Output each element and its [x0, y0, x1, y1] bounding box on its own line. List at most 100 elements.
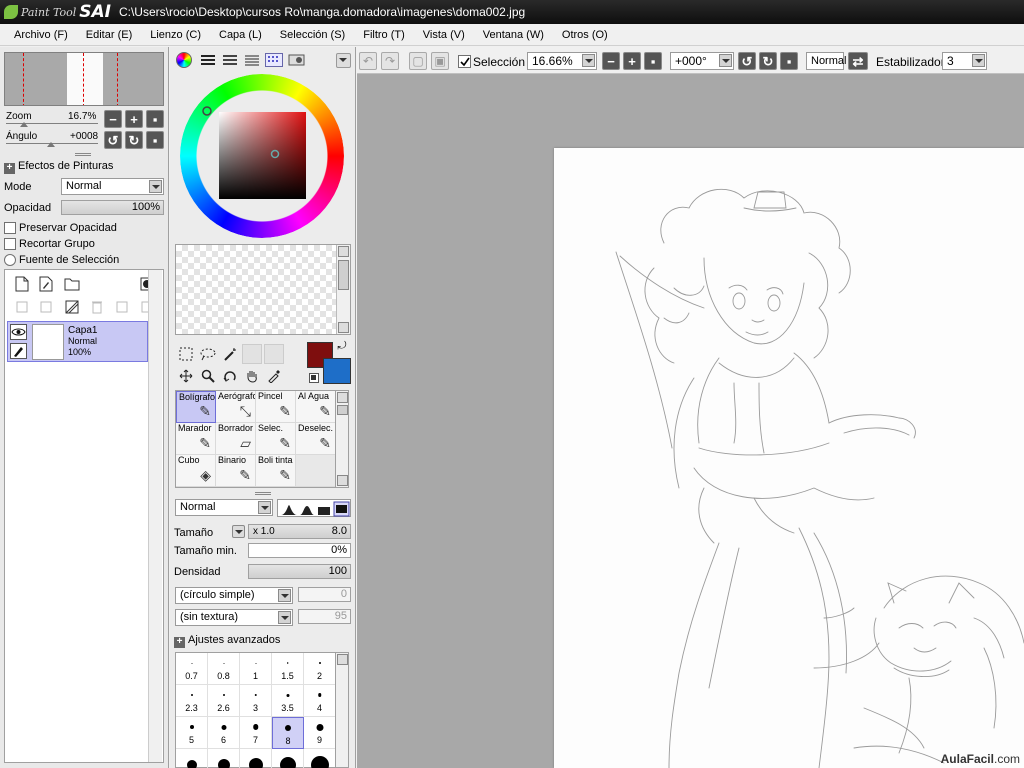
- brush-scrollbar[interactable]: [335, 390, 349, 488]
- toolbar-zoom-reset-button[interactable]: ▪: [644, 52, 662, 70]
- rgb-sliders-mode-icon[interactable]: [199, 53, 217, 67]
- undo-icon[interactable]: ↶: [359, 52, 377, 70]
- brush-size-cell[interactable]: 7: [240, 717, 272, 749]
- palette-mode-icon[interactable]: [265, 53, 283, 67]
- brush-marador[interactable]: Marador ✎: [176, 423, 216, 455]
- brush-binario[interactable]: Binario ✎: [216, 455, 256, 487]
- scratchpad-mode-icon[interactable]: [288, 53, 306, 67]
- eyedropper-icon[interactable]: [265, 367, 283, 385]
- canvas-area[interactable]: AulaFacil.com: [357, 74, 1024, 768]
- toolbar-menu-icon[interactable]: [336, 53, 351, 68]
- new-layer-icon[interactable]: [13, 275, 31, 293]
- rotate-tool-icon[interactable]: [221, 367, 239, 385]
- menu-seleccion[interactable]: Selección (S): [271, 29, 354, 41]
- size-grid-scrollbar[interactable]: [335, 652, 349, 768]
- layer-opacity-field[interactable]: 100%: [61, 200, 164, 215]
- zoom-in-button[interactable]: +: [125, 110, 143, 128]
- brush-size-cell[interactable]: [272, 749, 304, 768]
- canvas-paper[interactable]: [554, 148, 1024, 768]
- brush-blend-select[interactable]: Normal: [175, 499, 273, 516]
- layer-mode-select[interactable]: Normal: [61, 178, 164, 195]
- swap-colors-icon[interactable]: ⤾: [335, 339, 349, 353]
- toolbar-rotate-reset-button[interactable]: ▪: [780, 52, 798, 70]
- selection-source-radio[interactable]: [4, 254, 16, 266]
- brush-size-cell[interactable]: [176, 749, 208, 768]
- layer-scrollbar[interactable]: [148, 270, 162, 762]
- rotate-left-button[interactable]: ↺: [104, 131, 122, 149]
- zoom-out-button[interactable]: −: [104, 110, 122, 128]
- clear-layer-icon[interactable]: [63, 298, 81, 316]
- eye-icon[interactable]: [10, 324, 27, 340]
- reset-colors-icon[interactable]: [309, 373, 319, 383]
- zoom-reset-button[interactable]: ▪: [146, 110, 164, 128]
- zoom-select[interactable]: 16.66%: [527, 52, 597, 70]
- brush-size-cell[interactable]: 2.6: [208, 685, 240, 717]
- scroll-up-icon[interactable]: [338, 246, 349, 257]
- brush-size-cell[interactable]: 0.7: [176, 653, 208, 685]
- scroll-down-icon[interactable]: [338, 322, 349, 333]
- move-icon[interactable]: [177, 367, 195, 385]
- scroll-thumb[interactable]: [337, 405, 348, 415]
- new-pen-layer-icon[interactable]: [37, 275, 55, 293]
- edge-medium-icon[interactable]: [300, 506, 314, 515]
- brush-size-cell[interactable]: 0.8: [208, 653, 240, 685]
- menu-vista[interactable]: Vista (V): [414, 29, 474, 41]
- brush-borrador[interactable]: Borrador ▱: [216, 423, 256, 455]
- brush-shape-select[interactable]: (círculo simple): [175, 587, 293, 604]
- rotation-select[interactable]: +000°: [670, 52, 734, 70]
- hsv-sliders-mode-icon[interactable]: [221, 53, 239, 67]
- brush-texture-select[interactable]: (sin textura): [175, 609, 293, 626]
- brush-size-cell[interactable]: 6: [208, 717, 240, 749]
- min-size-field[interactable]: 0%: [248, 543, 351, 558]
- toolbar-rotate-left-button[interactable]: ↺: [738, 52, 756, 70]
- scroll-thumb[interactable]: [338, 260, 349, 290]
- menu-filtro[interactable]: Filtro (T): [354, 29, 414, 41]
- swatch-scrollbar[interactable]: [336, 245, 350, 334]
- brush-cubo[interactable]: Cubo ◈: [176, 455, 216, 487]
- clip-group-checkbox[interactable]: [4, 238, 16, 250]
- rotate-reset-button[interactable]: ▪: [146, 131, 164, 149]
- merge-visible-icon[interactable]: [113, 298, 131, 316]
- swatch-mode-icon[interactable]: [243, 53, 261, 67]
- transfer-down-icon[interactable]: [13, 298, 31, 316]
- brush-size-cell[interactable]: 3.5: [272, 685, 304, 717]
- magic-wand-icon[interactable]: [221, 345, 239, 363]
- redo-icon[interactable]: ↷: [381, 52, 399, 70]
- trash-icon[interactable]: [88, 298, 106, 316]
- menu-archivo[interactable]: Archivo (F): [5, 29, 77, 41]
- brush-size-cell[interactable]: 4: [304, 685, 336, 717]
- menu-ventana[interactable]: Ventana (W): [474, 29, 553, 41]
- brush-size-cell[interactable]: [304, 749, 336, 768]
- brush-size-cell[interactable]: 9: [304, 717, 336, 749]
- color-wheel[interactable]: [179, 74, 346, 238]
- brush-lock-icon[interactable]: [10, 343, 27, 359]
- size-multiplier-toggle[interactable]: [232, 525, 245, 538]
- brush-shape-amount[interactable]: 0: [298, 587, 351, 602]
- selection-visible-checkbox[interactable]: [458, 55, 471, 68]
- zoom-slider-knob[interactable]: [20, 122, 28, 127]
- edge-soft-icon[interactable]: [318, 507, 330, 515]
- preserve-opacity-checkbox[interactable]: [4, 222, 16, 234]
- zoom-tool-icon[interactable]: [199, 367, 217, 385]
- color-wheel-mode-icon[interactable]: [176, 52, 192, 68]
- menu-otros[interactable]: Otros (O): [553, 29, 617, 41]
- background-color[interactable]: [323, 358, 351, 384]
- brush-al-agua[interactable]: Al Agua ✎: [296, 391, 336, 423]
- brush-boli-tinta[interactable]: Boli tinta ✎: [256, 455, 296, 487]
- brush-texture-amount[interactable]: 95: [298, 609, 351, 624]
- color-wheel-graphic[interactable]: [179, 74, 346, 238]
- brush-selec[interactable]: Selec. ✎: [256, 423, 296, 455]
- deselect-icon[interactable]: ▢: [409, 52, 427, 70]
- panel-splitter[interactable]: [255, 492, 271, 495]
- toolbar-rotate-right-button[interactable]: ↻: [759, 52, 777, 70]
- brush-size-cell[interactable]: 2.3: [176, 685, 208, 717]
- menu-lienzo[interactable]: Lienzo (C): [141, 29, 210, 41]
- invert-selection-icon[interactable]: ▣: [431, 52, 449, 70]
- brush-aerografo[interactable]: Aerógrafo ⤡: [216, 391, 256, 423]
- brush-size-cell[interactable]: 8: [272, 717, 304, 749]
- brush-size-cell[interactable]: [240, 749, 272, 768]
- brush-size-cell[interactable]: 2: [304, 653, 336, 685]
- rotate-right-button[interactable]: ↻: [125, 131, 143, 149]
- edge-hard-icon[interactable]: [281, 505, 297, 515]
- panel-splitter[interactable]: [75, 153, 91, 156]
